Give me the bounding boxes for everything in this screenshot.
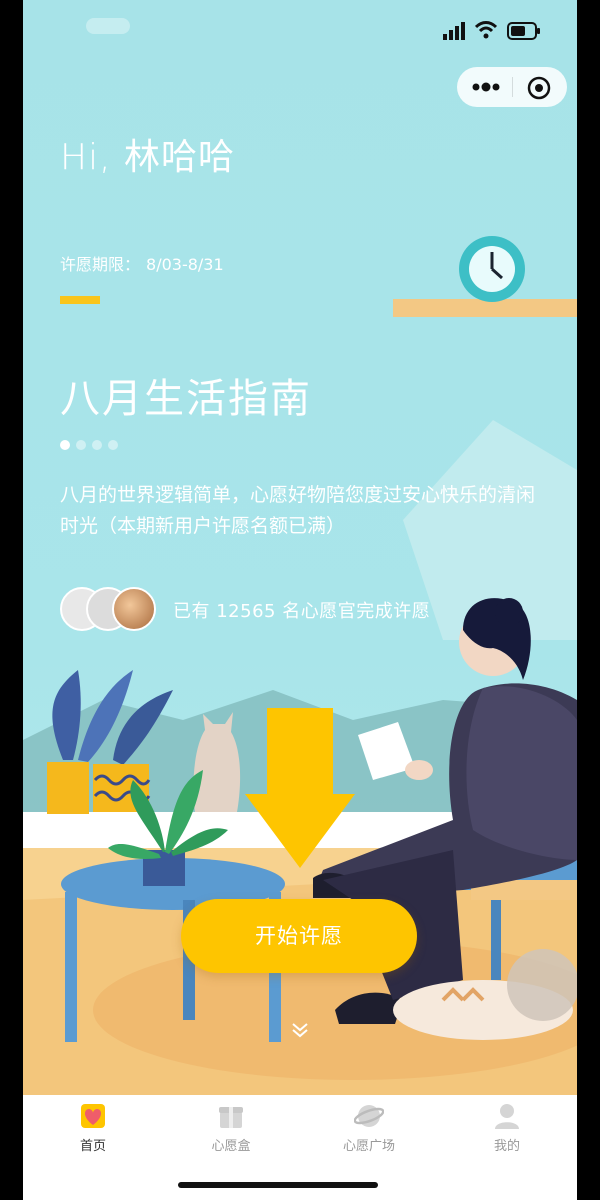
tab-label: 心愿盒 <box>211 1139 251 1154</box>
wifi-icon <box>475 21 497 39</box>
tab-home[interactable]: 首页 <box>33 1101 153 1161</box>
status-pill <box>86 18 130 34</box>
carousel-dots <box>60 440 118 450</box>
greeting-text: Hi, 林哈哈 <box>60 137 235 178</box>
accent-bar <box>60 296 100 304</box>
participant-avatars <box>60 587 180 633</box>
gift-box-icon <box>219 1107 243 1128</box>
tab-label: 心愿广场 <box>342 1139 395 1154</box>
wish-period: 许愿期限： 8/03-8/31 <box>60 251 224 275</box>
description-text: 八月的世界逻辑简单，心愿好物陪您度过安心快乐的清闲时光（本期新用户许愿名额已满） <box>60 484 536 537</box>
participants-count: 已有 12565 名心愿官完成许愿 <box>173 601 431 622</box>
headline: 八月生活指南 <box>60 376 312 422</box>
wish-period-value: 8/03-8/31 <box>146 255 224 274</box>
tab-label: 我的 <box>493 1139 520 1154</box>
capsule-divider <box>512 77 513 97</box>
avatar <box>112 587 156 631</box>
tab-profile[interactable]: 我的 <box>447 1101 567 1161</box>
chevron-down-icon[interactable] <box>288 1018 312 1042</box>
start-wish-button[interactable]: 开始许愿 <box>181 899 417 973</box>
hero-scene: Hi, 林哈哈 许愿期限： 8/03-8/31 八月生活指南 八月的世界逻辑简单，… <box>23 0 577 1095</box>
tab-label: 首页 <box>79 1139 106 1154</box>
close-miniprogram-icon[interactable] <box>527 76 551 100</box>
wish-period-label: 许愿期限： <box>60 255 141 274</box>
carousel-dot[interactable] <box>92 440 102 450</box>
home-heart-icon <box>81 1104 105 1128</box>
signal-icon <box>443 22 465 40</box>
tab-wish-box[interactable]: 心愿盒 <box>171 1101 291 1161</box>
battery-icon <box>507 22 540 40</box>
carousel-dot[interactable] <box>76 440 86 450</box>
home-indicator <box>178 1182 378 1188</box>
clock-icon <box>459 236 525 302</box>
planet-icon <box>354 1105 384 1127</box>
miniprogram-capsule <box>457 67 567 107</box>
carousel-dot[interactable] <box>108 440 118 450</box>
tab-wish-square[interactable]: 心愿广场 <box>309 1101 429 1161</box>
phone-screen: Hi, 林哈哈 许愿期限： 8/03-8/31 八月生活指南 八月的世界逻辑简单，… <box>23 0 577 1200</box>
more-icon[interactable] <box>469 75 503 99</box>
status-bar <box>23 0 577 62</box>
carousel-dot[interactable] <box>60 440 70 450</box>
profile-icon <box>495 1104 519 1129</box>
arrow-down-icon <box>245 708 355 868</box>
